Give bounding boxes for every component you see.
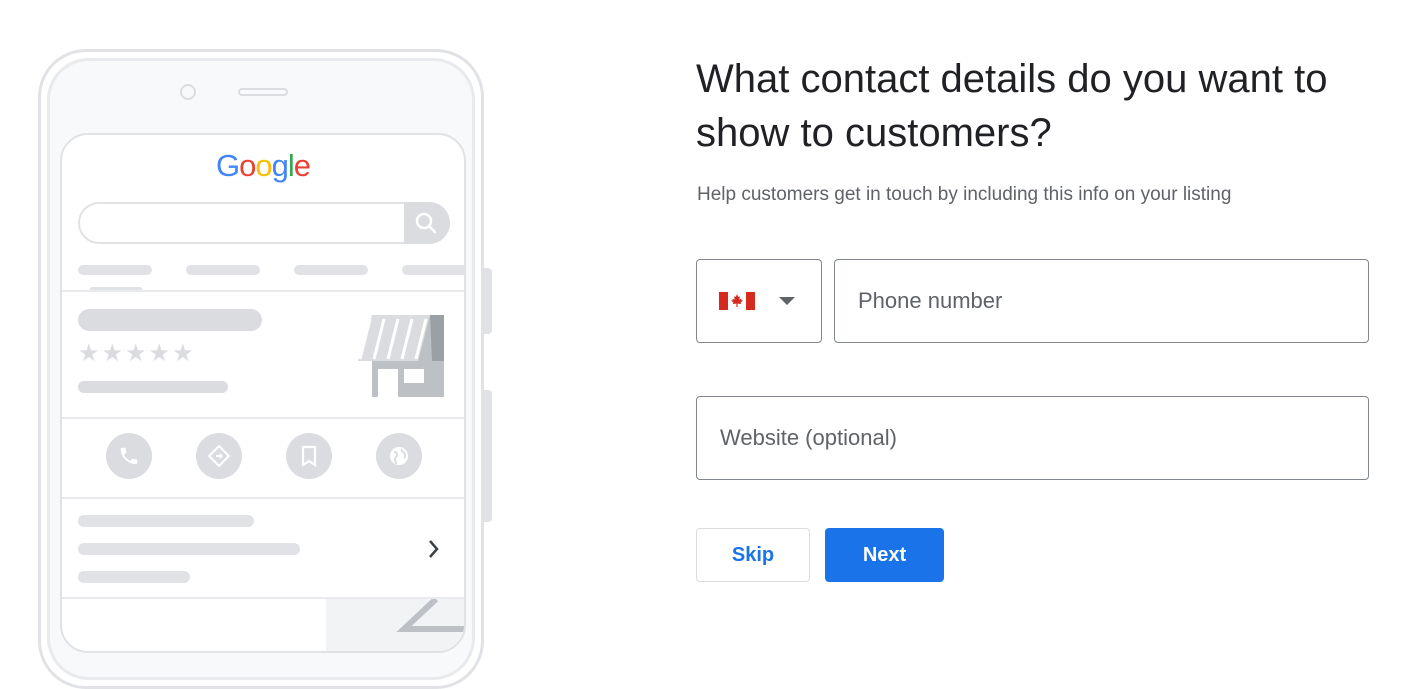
skip-button[interactable]: Skip [696, 528, 810, 582]
mock-business-name [78, 309, 262, 331]
page-subtitle: Help customers get in touch by including… [697, 184, 1232, 205]
phone-side-button [484, 390, 492, 522]
logo-letter: g [271, 148, 289, 183]
mock-rating-stars: ★★★★★ [78, 340, 196, 367]
divider [62, 290, 464, 292]
phone-icon [106, 433, 152, 479]
mock-tab [186, 265, 260, 275]
divider [62, 497, 464, 499]
logo-letter: o [239, 148, 256, 183]
divider [62, 417, 464, 419]
mock-map-tile [326, 596, 464, 651]
mock-text-line [78, 515, 254, 527]
logo-letter: o [255, 148, 272, 183]
country-code-dropdown[interactable] [696, 259, 822, 343]
phone-side-button [484, 268, 492, 334]
google-logo: Google [62, 148, 464, 184]
logo-letter: e [293, 148, 311, 183]
logo-letter: G [215, 148, 240, 183]
chevron-right-icon [429, 540, 439, 558]
storefront-icon [358, 315, 444, 397]
mock-search-button [404, 202, 450, 244]
mock-tab [294, 265, 368, 275]
bookmark-icon [286, 433, 332, 479]
caret-down-icon [779, 297, 795, 305]
canada-flag-icon [719, 292, 755, 310]
directions-icon [196, 433, 242, 479]
search-icon [415, 212, 437, 234]
website-input[interactable] [696, 396, 1369, 480]
phone-speaker [238, 88, 288, 96]
phone-camera [180, 84, 196, 100]
mock-tab [78, 265, 152, 275]
mock-text-line [78, 381, 228, 393]
mock-text-line [78, 543, 300, 555]
phone-screen: Google ★★★★★ [60, 133, 466, 653]
page-title: What contact details do you want to show… [696, 57, 1328, 155]
next-button[interactable]: Next [825, 528, 944, 582]
globe-icon [376, 433, 422, 479]
mock-search-bar [78, 202, 450, 244]
mock-text-line [78, 571, 190, 583]
mock-tab [402, 265, 464, 275]
phone-number-input[interactable] [834, 259, 1369, 343]
